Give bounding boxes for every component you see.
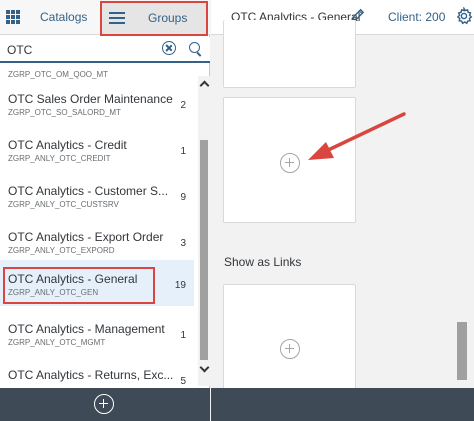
list-scrollbar[interactable] [198, 76, 210, 386]
list-item-title: OTC Analytics - Returns, Exc... [8, 368, 174, 382]
tab-catalogs[interactable]: Catalogs [40, 10, 87, 24]
group-content-pane: OTC Analytics - General Client: 200 Show… [211, 0, 474, 421]
list-item-selected[interactable]: OTC Analytics - General ZGRP_ANLY_OTC_GE… [0, 260, 194, 306]
list-item-sub: ZGRP_ANLY_OTC_CREDIT [8, 154, 111, 163]
list-item-sub: ZGRP_ANLY_OTC_MGMT [8, 338, 106, 347]
grid-icon[interactable] [6, 10, 20, 24]
list-item-sub: ZGRP_ANLY_OTC_GEN [8, 288, 99, 297]
clear-icon[interactable] [162, 41, 176, 55]
list-item-count: 9 [180, 192, 186, 203]
section-title-links: Show as Links [224, 255, 302, 269]
list-item[interactable]: OTC Analytics - Management ZGRP_ANLY_OTC… [0, 316, 194, 362]
search-bar [0, 37, 210, 63]
search-input[interactable] [7, 41, 157, 59]
client-label: Client: 200 [388, 10, 446, 24]
list-item-sub: ZGRP_OTC_SO_SALORD_MT [8, 108, 121, 117]
tab-groups-label: Groups [148, 11, 188, 25]
list-item-title: OTC Analytics - Customer S... [8, 184, 169, 198]
plus-circle-icon [280, 153, 300, 173]
list-item-title: OTC Analytics - General [8, 272, 138, 286]
tile-partial[interactable] [223, 20, 356, 88]
content-scrollbar[interactable] [457, 40, 469, 385]
list-item-count: 5 [180, 376, 186, 387]
scrollbar-thumb[interactable] [457, 322, 467, 380]
list-item-count: 2 [180, 100, 186, 111]
list-item-count: 3 [180, 238, 186, 249]
search-icon[interactable] [189, 42, 200, 53]
list-item-title: OTC Sales Order Maintenance [8, 92, 173, 106]
list-item[interactable]: OTC Analytics - Customer S... ZGRP_ANLY_… [0, 178, 194, 224]
add-group-icon[interactable] [94, 394, 114, 414]
list-item[interactable]: OTC Analytics - Credit ZGRP_ANLY_OTC_CRE… [0, 132, 194, 178]
pane-tabbar: Catalogs Groups [0, 0, 210, 36]
pane-footer [0, 388, 210, 421]
gear-icon[interactable] [455, 7, 473, 25]
hamburger-icon [109, 12, 125, 24]
tab-groups[interactable]: Groups [100, 1, 208, 36]
content-footer [211, 388, 474, 421]
list-item-title: OTC Analytics - Export Order [8, 230, 164, 244]
chevron-down-icon[interactable] [200, 364, 208, 372]
list-item[interactable]: OTC Analytics - Returns, Exc... 5 [0, 362, 194, 388]
scrollbar-thumb[interactable] [200, 140, 208, 360]
list-item-count: 1 [180, 146, 186, 157]
add-tile-button[interactable] [223, 97, 356, 223]
add-link-button[interactable] [223, 284, 356, 394]
list-item-sub: ZGRP_ANLY_OTC_EXPORD [8, 246, 115, 255]
group-list: ZGRP_OTC_OM_QOO_MT OTC Sales Order Maint… [0, 64, 198, 388]
list-item-title: OTC Analytics - Credit [8, 138, 127, 152]
list-item-title: OTC Analytics - Management [8, 322, 165, 336]
list-item-sub: ZGRP_ANLY_OTC_CUSTSRV [8, 200, 119, 209]
catalog-pane: Catalogs Groups ZGRP_OTC_OM_QOO_MT OTC S… [0, 0, 210, 421]
list-item-count: 1 [180, 330, 186, 341]
list-item[interactable]: OTC Sales Order Maintenance ZGRP_OTC_SO_… [0, 86, 194, 132]
plus-circle-icon [280, 339, 300, 359]
chevron-up-icon[interactable] [200, 79, 208, 87]
list-item-count: 19 [174, 280, 186, 291]
list-item-sub: ZGRP_OTC_OM_QOO_MT [8, 70, 109, 79]
